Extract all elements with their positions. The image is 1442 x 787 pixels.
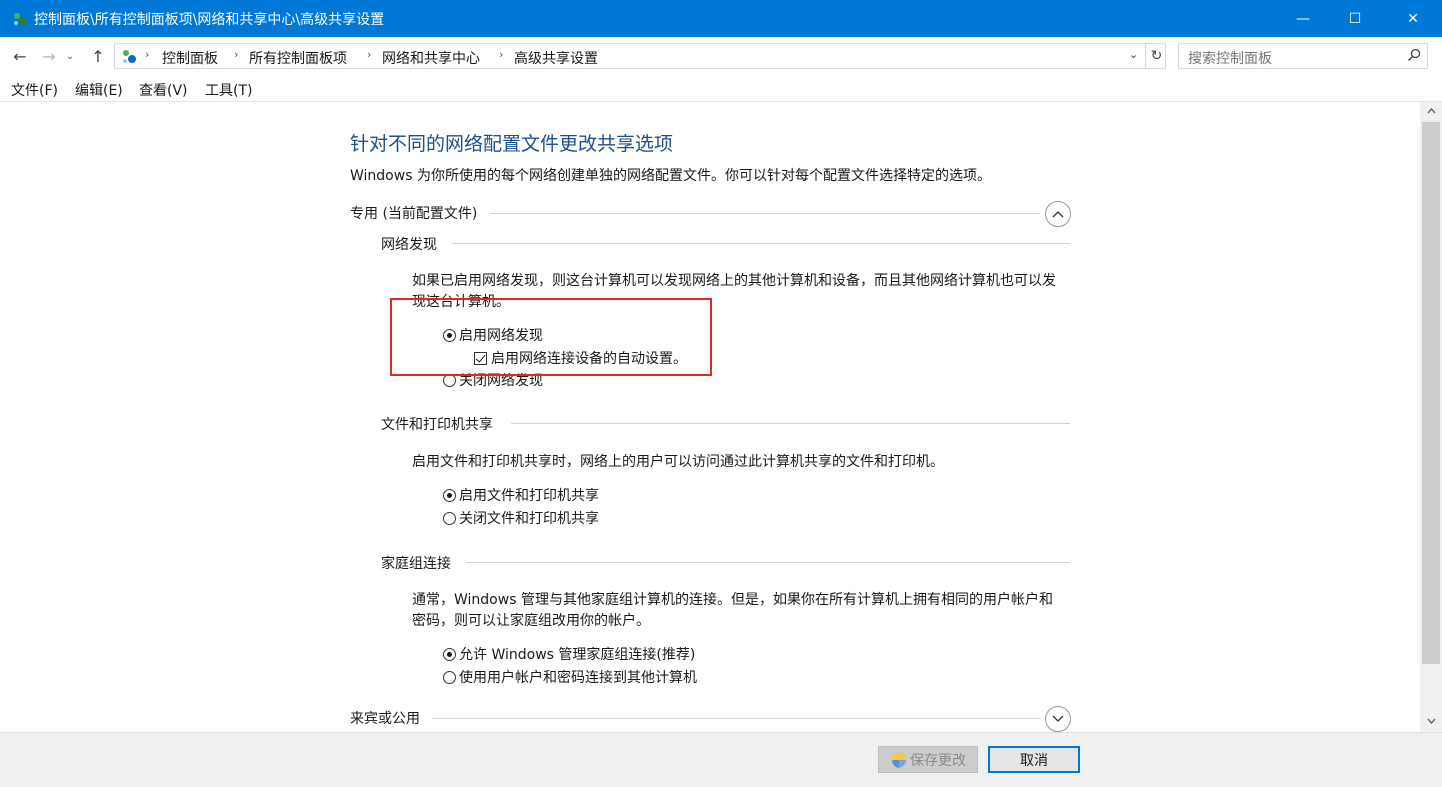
network-center-icon <box>14 13 27 25</box>
page-description: Windows 为你所使用的每个网络创建单独的网络配置文件。你可以针对每个配置文… <box>350 168 991 184</box>
window-title: 控制面板\所有控制面板项\网络和共享中心\高级共享设置 <box>34 12 385 28</box>
close-icon: ✕ <box>1407 10 1419 27</box>
search-box[interactable]: 搜索控制面板 <box>1178 43 1428 69</box>
homegroup-label: 家庭组连接 <box>381 556 451 572</box>
radio-homegroup-account[interactable]: 使用用户帐户和密码连接到其他计算机 <box>443 667 697 687</box>
breadcrumb-separator[interactable]: › <box>499 48 503 61</box>
title-bar: 控制面板\所有控制面板项\网络和共享中心\高级共享设置 — ☐ ✕ <box>0 0 1442 37</box>
footer-bar: 保存更改 取消 <box>0 732 1442 787</box>
highlight-box <box>390 298 712 376</box>
radio-selected-icon <box>443 488 456 502</box>
menu-bar: 文件(F) 编辑(E) 查看(V) 工具(T) <box>0 75 1442 102</box>
radio-unselected-icon <box>443 511 456 525</box>
maximize-button[interactable]: ☐ <box>1332 0 1378 37</box>
forward-arrow-icon: → <box>42 46 56 66</box>
up-arrow-icon: ↑ <box>91 46 105 66</box>
option-label: 允许 Windows 管理家庭组连接(推荐) <box>459 647 696 663</box>
expand-guest-button[interactable] <box>1045 706 1071 732</box>
divider <box>432 718 1040 719</box>
profile-private-label[interactable]: 专用 (当前配置文件) <box>350 203 477 223</box>
network-discovery-label: 网络发现 <box>381 237 437 253</box>
recent-locations-button[interactable]: ⌄ <box>63 45 77 67</box>
forward-button[interactable]: → <box>38 45 60 67</box>
radio-file-sharing-off[interactable]: 关闭文件和打印机共享 <box>443 508 599 528</box>
back-button[interactable]: ← <box>9 45 31 67</box>
save-button-label: 保存更改 <box>910 752 966 769</box>
scroll-up-icon <box>1427 108 1435 114</box>
option-label: 启用文件和打印机共享 <box>459 488 599 504</box>
scroll-down-icon <box>1427 718 1435 724</box>
minimize-button[interactable]: — <box>1280 0 1326 37</box>
search-placeholder: 搜索控制面板 <box>1188 51 1272 67</box>
profile-guest-label[interactable]: 来宾或公用 <box>350 708 420 728</box>
menu-tools[interactable]: 工具(T) <box>205 80 252 100</box>
option-label: 使用用户帐户和密码连接到其他计算机 <box>459 670 697 686</box>
refresh-icon: ↻ <box>1150 48 1163 64</box>
breadcrumb-separator[interactable]: › <box>234 48 238 61</box>
menu-edit[interactable]: 编辑(E) <box>75 80 123 100</box>
breadcrumb-separator[interactable]: › <box>367 48 371 61</box>
breadcrumb-advanced-sharing[interactable]: 高级共享设置 <box>514 48 598 68</box>
radio-homegroup-windows[interactable]: 允许 Windows 管理家庭组连接(推荐) <box>443 644 695 664</box>
chevron-down-icon: ⌄ <box>65 50 75 62</box>
divider <box>511 423 1070 424</box>
back-arrow-icon: ← <box>13 46 27 66</box>
address-bar[interactable]: › 控制面板 › 所有控制面板项 › 网络和共享中心 › 高级共享设置 ⌄ ↻ <box>114 43 1166 69</box>
homegroup-description: 通常，Windows 管理与其他家庭组计算机的连接。但是，如果你在所有计算机上拥… <box>412 592 1053 629</box>
page-title: 针对不同的网络配置文件更改共享选项 <box>350 133 674 155</box>
divider <box>466 562 1070 563</box>
option-label: 关闭文件和打印机共享 <box>459 511 599 527</box>
minimize-icon: — <box>1296 10 1310 27</box>
cancel-button[interactable]: 取消 <box>988 746 1080 773</box>
network-center-icon <box>123 50 136 63</box>
navigation-bar: ← → ⌄ ↑ › 控制面板 › 所有控制面板项 › 网络和共享中心 › 高级共… <box>0 37 1442 75</box>
cancel-button-label: 取消 <box>1020 752 1048 769</box>
radio-file-sharing-on[interactable]: 启用文件和打印机共享 <box>443 485 599 505</box>
breadcrumb-separator: › <box>145 48 150 61</box>
address-dropdown-icon[interactable]: ⌄ <box>1129 48 1138 61</box>
chevron-down-icon <box>1052 715 1064 722</box>
radio-unselected-icon <box>443 670 456 684</box>
scroll-up-button[interactable] <box>1420 102 1442 120</box>
maximize-icon: ☐ <box>1348 10 1362 27</box>
file-printer-sharing-description: 启用文件和打印机共享时，网络上的用户可以访问通过此计算机共享的文件和打印机。 <box>412 454 944 470</box>
breadcrumb-all-items[interactable]: 所有控制面板项 <box>249 48 347 68</box>
chevron-up-icon <box>1052 211 1064 218</box>
scroll-down-button[interactable] <box>1420 712 1442 730</box>
save-changes-button[interactable]: 保存更改 <box>878 746 978 773</box>
vertical-scrollbar[interactable] <box>1420 102 1442 732</box>
scroll-thumb[interactable] <box>1422 122 1440 664</box>
menu-file[interactable]: 文件(F) <box>11 80 58 100</box>
divider <box>452 243 1070 244</box>
close-button[interactable]: ✕ <box>1390 0 1436 37</box>
breadcrumb-control-panel[interactable]: 控制面板 <box>162 48 218 68</box>
radio-selected-icon <box>443 647 456 661</box>
main-content: 针对不同的网络配置文件更改共享选项 Windows 为你所使用的每个网络创建单独… <box>0 102 1420 732</box>
uac-shield-icon <box>892 751 906 768</box>
file-printer-sharing-label: 文件和打印机共享 <box>381 417 493 433</box>
collapse-private-button[interactable] <box>1045 201 1071 227</box>
menu-view[interactable]: 查看(V) <box>139 80 188 100</box>
search-icon[interactable] <box>1407 48 1421 62</box>
breadcrumb-network-center[interactable]: 网络和共享中心 <box>382 48 480 68</box>
refresh-button[interactable]: ↻ <box>1145 44 1167 68</box>
divider <box>490 213 1040 214</box>
up-button[interactable]: ↑ <box>87 45 109 67</box>
